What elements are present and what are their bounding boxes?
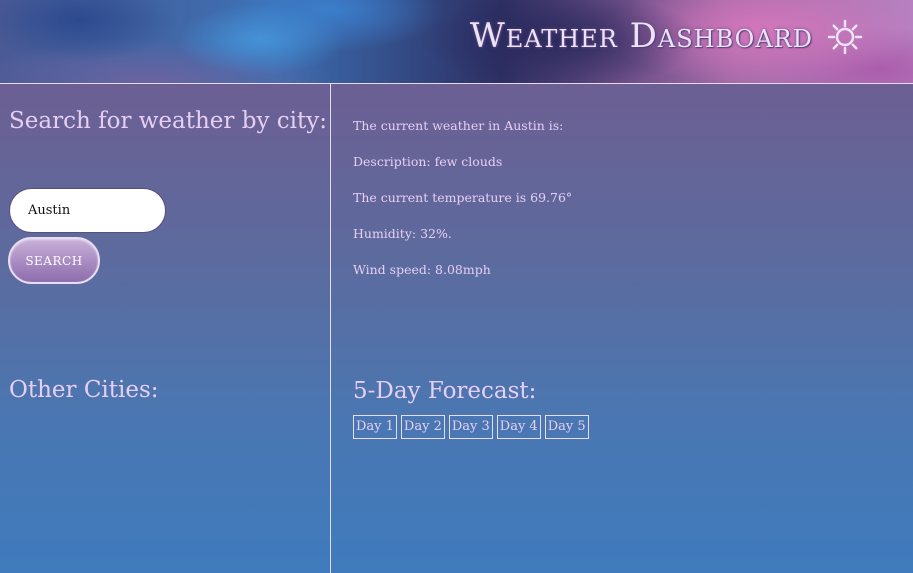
forecast-day-2: Day 2 bbox=[400, 415, 445, 439]
weather-humidity: Humidity: 32%. bbox=[353, 226, 452, 241]
current-weather: The current weather in Austin is: Descri… bbox=[353, 116, 572, 296]
forecast-day-5: Day 5 bbox=[544, 415, 589, 439]
search-button[interactable]: SEARCH bbox=[8, 237, 100, 284]
sun-icon bbox=[827, 19, 863, 55]
city-search-input[interactable] bbox=[9, 188, 166, 233]
app-title: Weather Dashboard bbox=[469, 16, 813, 56]
weather-wind-speed: Wind speed: 8.08mph bbox=[353, 262, 491, 277]
other-cities-heading: Other Cities: bbox=[9, 377, 159, 403]
weather-temperature: The current temperature is 69.76° bbox=[353, 190, 573, 205]
forecast-day-4: Day 4 bbox=[496, 415, 541, 439]
weather-description: Description: few clouds bbox=[353, 154, 503, 169]
panel-divider bbox=[330, 84, 331, 573]
forecast-days: Day 1 Day 2 Day 3 Day 4 Day 5 bbox=[353, 415, 589, 439]
forecast-day-3: Day 3 bbox=[448, 415, 493, 439]
search-heading: Search for weather by city: bbox=[9, 108, 327, 134]
header-banner: Weather Dashboard bbox=[0, 0, 913, 84]
forecast-day-1: Day 1 bbox=[353, 415, 397, 439]
forecast-heading: 5-Day Forecast: bbox=[353, 378, 537, 404]
current-weather-intro: The current weather in Austin is: bbox=[353, 118, 564, 133]
